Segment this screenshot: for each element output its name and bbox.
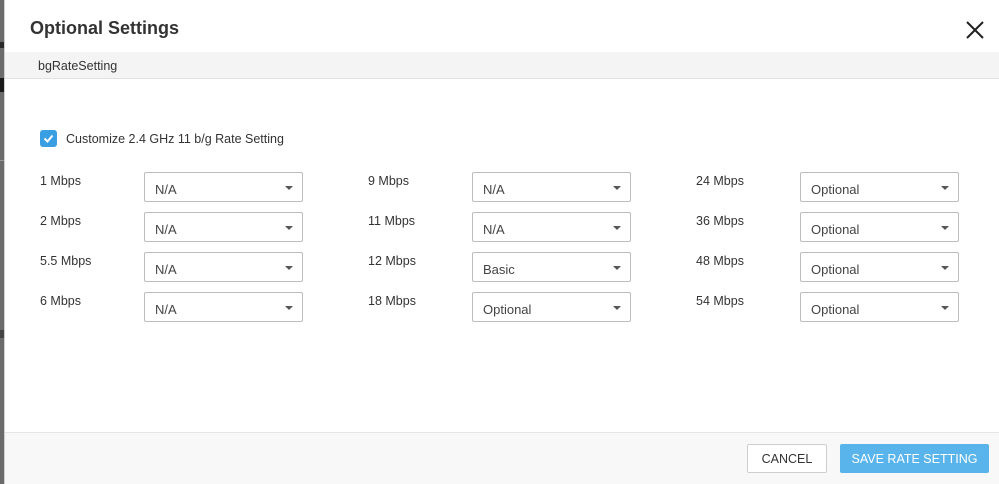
rate-label-1mbps: 1 Mbps [40,174,81,188]
rate-label-6mbps: 6 Mbps [40,294,81,308]
caret-down-icon [613,266,621,270]
rate-select-1mbps[interactable]: N/A [144,172,303,202]
save-rate-setting-button[interactable]: SAVE RATE SETTING [840,444,989,473]
rate-select-24mbps[interactable]: Optional [800,172,959,202]
modal-title: Optional Settings [30,18,180,38]
caret-down-icon [613,226,621,230]
select-value: Optional [811,182,860,197]
optional-settings-modal: Optional Settings bgRateSetting Customiz… [4,0,999,484]
close-button[interactable] [965,20,985,40]
rate-select-18mbps[interactable]: Optional [472,292,631,322]
caret-down-icon [941,306,949,310]
caret-down-icon [285,226,293,230]
customize-rate-setting-row: Customize 2.4 GHz 11 b/g Rate Setting [40,130,284,147]
select-value: Optional [811,302,860,317]
rate-select-2mbps[interactable]: N/A [144,212,303,242]
caret-down-icon [285,186,293,190]
rate-select-9mbps[interactable]: N/A [472,172,631,202]
caret-down-icon [941,186,949,190]
select-value: Basic [483,262,515,277]
rate-label-54mbps: 54 Mbps [696,294,744,308]
select-value: N/A [155,262,177,277]
rate-select-6mbps[interactable]: N/A [144,292,303,322]
rate-label-11mbps: 11 Mbps [368,214,416,228]
rate-label-5-5mbps: 5.5 Mbps [40,254,92,268]
rate-label-12mbps: 12 Mbps [368,254,416,268]
rate-select-54mbps[interactable]: Optional [800,292,959,322]
rate-label-24mbps: 24 Mbps [696,174,744,188]
select-value: Optional [483,302,532,317]
caret-down-icon [613,306,621,310]
customize-rate-label: Customize 2.4 GHz 11 b/g Rate Setting [66,131,284,146]
rate-select-12mbps[interactable]: Basic [472,252,631,282]
select-value: N/A [483,182,505,197]
rate-select-5-5mbps[interactable]: N/A [144,252,303,282]
rate-select-36mbps[interactable]: Optional [800,212,959,242]
caret-down-icon [941,226,949,230]
select-value: Optional [811,222,860,237]
caret-down-icon [941,266,949,270]
select-value: N/A [155,302,177,317]
subheader-label: bgRateSetting [38,59,118,73]
caret-down-icon [285,306,293,310]
select-value: N/A [483,222,505,237]
close-icon [966,21,984,39]
caret-down-icon [285,266,293,270]
rate-select-48mbps[interactable]: Optional [800,252,959,282]
cancel-button[interactable]: CANCEL [747,444,827,473]
rate-label-2mbps: 2 Mbps [40,214,81,228]
caret-down-icon [613,186,621,190]
select-value: N/A [155,222,177,237]
modal-header: Optional Settings [5,0,999,52]
rate-label-36mbps: 36 Mbps [696,214,744,228]
select-value: Optional [811,262,860,277]
modal-footer: CANCEL SAVE RATE SETTING [5,432,999,484]
rate-select-11mbps[interactable]: N/A [472,212,631,242]
rate-label-48mbps: 48 Mbps [696,254,744,268]
checkmark-icon [43,134,54,143]
rate-label-9mbps: 9 Mbps [368,174,409,188]
rate-label-18mbps: 18 Mbps [368,294,416,308]
select-value: N/A [155,182,177,197]
section-subheader: bgRateSetting [5,52,999,79]
customize-rate-checkbox[interactable] [40,130,57,147]
